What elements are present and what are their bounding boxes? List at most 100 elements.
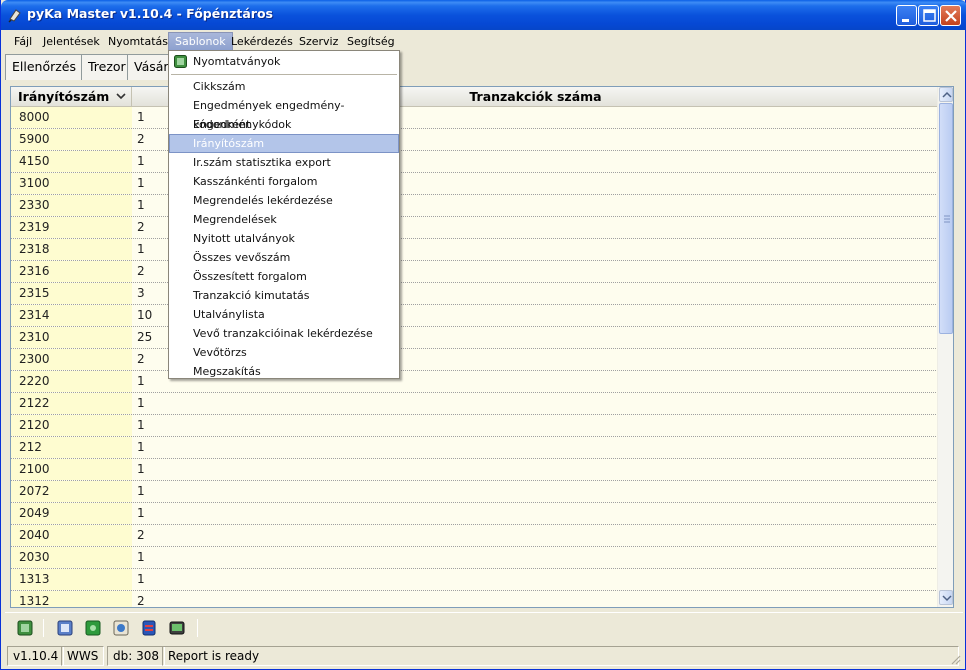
close-button[interactable] <box>940 5 961 26</box>
cell-zip: 2120 <box>11 415 132 436</box>
menu-item[interactable]: Cikkszám <box>169 77 399 96</box>
column-header-zip[interactable]: Irányítószám <box>11 87 132 107</box>
table-row[interactable]: 2318 1 <box>11 239 938 261</box>
cell-transactions: 2 <box>137 528 145 542</box>
table-row[interactable]: 2120 1 <box>11 415 938 437</box>
menu-item[interactable]: Vevőtörzs <box>169 343 399 362</box>
menu-item[interactable]: Ir.szám statisztika export <box>169 153 399 172</box>
menu-query[interactable]: Lekérdezés <box>225 32 299 51</box>
cell-zip: 2330 <box>11 195 132 216</box>
table-row[interactable]: 2100 1 <box>11 459 938 481</box>
close-icon <box>945 10 957 22</box>
menu-item[interactable]: Tranzakció kimutatás <box>169 286 399 305</box>
table-row[interactable]: 2315 3 <box>11 283 938 305</box>
data-grid[interactable]: Irányítószám Tranzakciók száma 8000 1 5900… <box>10 86 954 608</box>
table-row[interactable]: 2319 2 <box>11 217 938 239</box>
cell-transactions: 2 <box>137 132 145 146</box>
table-row[interactable]: 212 1 <box>11 437 938 459</box>
cell-transactions: 1 <box>137 242 145 256</box>
menu-item[interactable]: Kasszánkénti forgalom <box>169 172 399 191</box>
menu-item[interactable]: Engedmények engedmény-kódonként <box>169 96 399 131</box>
cell-transactions: 1 <box>137 396 145 410</box>
grid-rows: 8000 1 5900 2 4150 1 3100 1 2330 1 2319 2 2318 1 2316 2… <box>11 107 938 607</box>
cell-zip: 2318 <box>11 239 132 260</box>
cell-zip: 2220 <box>11 371 132 392</box>
table-row[interactable]: 2049 1 <box>11 503 938 525</box>
menu-file[interactable]: Fájl <box>8 32 38 51</box>
cell-zip: 1313 <box>11 569 132 590</box>
cell-zip: 4150 <box>11 151 132 172</box>
menu-item[interactable]: Engedménykódok <box>169 115 399 134</box>
menu-print[interactable]: Nyomtatás <box>102 32 174 51</box>
database-icon[interactable] <box>141 620 157 636</box>
menu-item[interactable]: Megrendelések <box>169 210 399 229</box>
menu-service[interactable]: Szerviz <box>293 32 344 51</box>
menu-item[interactable]: Összes vevőszám <box>169 248 399 267</box>
cell-transactions: 1 <box>137 440 145 454</box>
cell-transactions: 1 <box>137 110 145 124</box>
cell-zip: 2030 <box>11 547 132 568</box>
menu-item-forms[interactable]: Nyomtatványok <box>169 52 399 71</box>
table-row[interactable]: 2314 10 <box>11 305 938 327</box>
table-row[interactable]: 4150 1 <box>11 151 938 173</box>
menu-help[interactable]: Segítség <box>341 32 401 51</box>
screen-icon[interactable] <box>169 620 185 636</box>
cell-transactions: 1 <box>137 154 145 168</box>
vertical-scrollbar[interactable] <box>937 87 953 607</box>
table-row[interactable]: 2040 2 <box>11 525 938 547</box>
table-row[interactable]: 2330 1 <box>11 195 938 217</box>
table-row[interactable]: 5900 2 <box>11 129 938 151</box>
app-window: pyKa Master v1.10.4 - Főpénztáros Fájl J… <box>0 0 966 670</box>
table-row[interactable]: 2310 25 <box>11 327 938 349</box>
tab-ellenorzes[interactable]: Ellenőrzés <box>5 54 84 80</box>
maximize-icon <box>923 9 936 22</box>
table-row[interactable]: 2030 1 <box>11 547 938 569</box>
status-message: Report is ready <box>162 646 959 666</box>
menu-reports[interactable]: Jelentések <box>37 32 106 51</box>
table-row[interactable]: 2220 1 <box>11 371 938 393</box>
minimize-button[interactable] <box>896 5 917 26</box>
table-row[interactable]: 8000 1 <box>11 107 938 129</box>
refresh-icon[interactable] <box>113 620 129 636</box>
cell-transactions: 2 <box>137 352 145 366</box>
cell-transactions: 10 <box>137 308 153 322</box>
menu-item[interactable]: Utalványlista <box>169 305 399 324</box>
menu-item[interactable]: Irányítószám <box>169 134 399 153</box>
menu-item[interactable]: Vevő tranzakcióinak lekérdezése <box>169 324 399 343</box>
grid-header: Irányítószám Tranzakciók száma <box>11 87 938 107</box>
menu-templates[interactable]: Sablonok <box>168 32 233 51</box>
tab-trezor[interactable]: Trezor <box>81 54 133 80</box>
title-bar[interactable]: pyKa Master v1.10.4 - Főpénztáros <box>1 0 966 30</box>
menu-item[interactable]: Megrendelés lekérdezése <box>169 191 399 210</box>
settings-icon[interactable] <box>85 620 101 636</box>
scroll-up-button[interactable] <box>939 87 953 102</box>
table-row[interactable]: 2316 2 <box>11 261 938 283</box>
table-row[interactable]: 2122 1 <box>11 393 938 415</box>
table-row[interactable]: 2300 2 <box>11 349 938 371</box>
menu-item[interactable]: Nyitott utalványok <box>169 229 399 248</box>
scroll-thumb[interactable] <box>939 103 953 334</box>
status-bar: v1.10.4 WWS db: 308 Report is ready <box>5 645 963 667</box>
table-row[interactable]: 3100 1 <box>11 173 938 195</box>
toolbar-separator <box>43 619 44 637</box>
scroll-down-button[interactable] <box>939 590 953 605</box>
resize-grip-icon[interactable] <box>949 653 961 665</box>
table-row[interactable]: 2072 1 <box>11 481 938 503</box>
cell-transactions: 2 <box>137 220 145 234</box>
calculator-icon[interactable] <box>57 620 73 636</box>
sort-chevron-icon <box>116 93 126 100</box>
window-title: pyKa Master v1.10.4 - Főpénztáros <box>27 6 274 21</box>
maximize-button[interactable] <box>918 5 939 26</box>
cell-transactions: 25 <box>137 330 153 344</box>
cell-transactions: 1 <box>137 418 145 432</box>
cell-transactions: 1 <box>137 484 145 498</box>
cell-transactions: 1 <box>137 176 145 190</box>
templates-dropdown-menu: Nyomtatványok Cikkszám Engedmények engedm… <box>168 50 400 379</box>
form-icon <box>174 55 187 68</box>
exit-icon[interactable] <box>17 620 33 636</box>
menu-item[interactable]: Összesített forgalom <box>169 267 399 286</box>
table-row[interactable]: 1312 2 <box>11 591 938 607</box>
table-row[interactable]: 1313 1 <box>11 569 938 591</box>
menu-item[interactable]: Megszakítás <box>169 362 399 381</box>
cell-zip: 212 <box>11 437 132 458</box>
